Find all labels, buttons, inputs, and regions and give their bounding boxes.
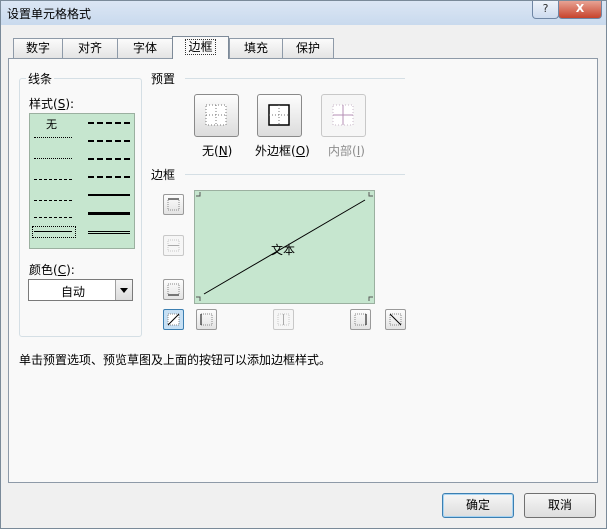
border-diagonal-up-button[interactable] [163,309,184,330]
tab-border[interactable]: 边框 [172,36,229,59]
border-top-icon [167,198,180,211]
line-style-hair[interactable] [34,137,72,138]
border-inside-horizontal-button[interactable] [163,235,184,256]
title-bar: 设置单元格格式 ? X [1,1,606,25]
preset-inside-icon [332,104,354,126]
selected-style-indicator [32,226,76,238]
line-style-dotted[interactable] [34,158,72,159]
preset-inside-label: 内部(I) [328,144,365,158]
preset-outline-label: 外边框(O) [255,144,310,158]
border-left-icon [200,313,213,326]
presets-title: 预置 [151,72,176,86]
line-style-dashed[interactable] [34,217,72,218]
border-separator [185,174,405,175]
help-button[interactable]: ? [532,1,559,19]
border-bottom-icon [167,283,180,296]
preset-outline-button[interactable] [257,94,302,137]
tab-number[interactable]: 数字 [13,38,63,58]
color-value: 自动 [61,285,86,299]
border-inside-vertical-icon [277,313,290,326]
format-cells-dialog: 设置单元格格式 ? X 数字 对齐 字体 边框 填充 保护 线条 样式(S): … [0,0,607,529]
tab-alignment[interactable]: 对齐 [62,38,118,58]
preset-outline-icon [268,104,290,126]
style-label: 样式(S): [29,97,75,111]
line-style-double[interactable] [88,231,130,234]
tab-fill[interactable]: 填充 [229,38,283,58]
line-style-medium-dash-dot-dot[interactable] [88,122,130,124]
border-diagonal-down-button[interactable] [385,309,406,330]
line-style-dash-dot-dot[interactable] [34,179,72,180]
line-style-none[interactable]: 无 [46,116,57,132]
border-inside-horizontal-icon [167,239,180,252]
border-inside-vertical-button[interactable] [273,309,294,330]
border-right-icon [354,313,367,326]
border-bottom-button[interactable] [163,279,184,300]
hint-text: 单击预置选项、预览草图及上面的按钮可以添加边框样式。 [19,353,332,367]
cancel-button[interactable]: 取消 [524,493,596,518]
diagonal-up-icon [167,313,180,326]
window-title: 设置单元格格式 [7,7,92,21]
preset-inside-button[interactable] [321,94,366,137]
line-style-list[interactable]: 无 [29,113,135,249]
border-preview[interactable]: 文本 [194,190,375,304]
border-left-button[interactable] [196,309,217,330]
border-top-button[interactable] [163,194,184,215]
ok-button[interactable]: 确定 [442,493,514,518]
preset-none-icon [205,104,227,126]
color-label: 颜色(C): [29,263,75,277]
preset-none-button[interactable] [194,94,239,137]
line-group-title: 线条 [26,70,55,87]
tab-font[interactable]: 字体 [117,38,173,58]
line-style-dash-dot[interactable] [34,200,72,201]
presets-separator [185,78,405,79]
preview-text: 文本 [271,243,296,257]
line-style-medium[interactable] [88,194,130,196]
line-style-thick[interactable] [88,212,130,215]
border-right-button[interactable] [350,309,371,330]
border-title: 边框 [151,168,176,182]
tab-protection[interactable]: 保护 [282,38,334,58]
line-style-medium-dashed[interactable] [88,176,130,178]
preset-none-label: 无(N) [202,144,233,158]
close-button[interactable]: X [558,1,602,19]
color-dropdown[interactable]: 自动 [28,279,133,301]
diagonal-down-icon [389,313,402,326]
chevron-down-icon[interactable] [115,280,132,300]
line-style-medium-dash-dot[interactable] [88,158,130,160]
line-style-slant-dash-dot[interactable] [88,140,130,142]
border-tab-panel: 线条 样式(S): 无 颜色(C): 自动 预置 无(N) 外边框(O) 内部(… [8,58,598,483]
